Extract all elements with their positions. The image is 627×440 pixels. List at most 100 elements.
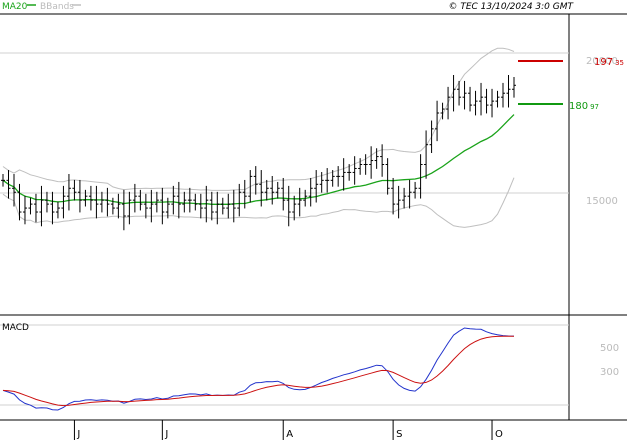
resistance-value: 197 xyxy=(594,57,613,68)
price-bar xyxy=(99,191,104,213)
macd-line xyxy=(2,327,515,411)
price-bar xyxy=(363,154,368,175)
price-bar xyxy=(424,130,429,179)
price-bar xyxy=(473,90,478,116)
price-bar xyxy=(429,120,434,154)
price-bar xyxy=(297,187,302,217)
price-bar xyxy=(187,187,192,213)
price-bar xyxy=(380,144,385,177)
resistance-decimals: 35 xyxy=(615,59,624,67)
price-bar xyxy=(226,193,231,219)
price-bar xyxy=(501,82,506,108)
copyright-notice: © TEC 13/10/2024 3:0 GMT xyxy=(448,2,574,12)
price-bar xyxy=(33,193,38,223)
price-bar xyxy=(176,181,181,219)
price-bar xyxy=(446,86,451,120)
price-bar xyxy=(193,193,198,211)
x-axis: JJASO xyxy=(73,420,503,440)
price-bar xyxy=(462,80,467,110)
price-bar xyxy=(468,86,473,112)
price-bar xyxy=(237,183,242,217)
price-bar xyxy=(385,158,390,195)
price-bar xyxy=(484,88,489,114)
price-bar xyxy=(44,191,49,213)
price-bar xyxy=(94,185,99,219)
price-bar xyxy=(198,193,203,219)
price-bar xyxy=(127,191,132,225)
support-value: 180 xyxy=(569,101,588,112)
price-bar xyxy=(110,197,115,215)
price-bar xyxy=(253,166,258,195)
stock-chart: MA20 BBands © TEC 13/10/2024 3:0 GMT 200… xyxy=(0,2,627,440)
macd-gridlines xyxy=(0,324,569,406)
price-bar xyxy=(352,156,357,185)
price-bar xyxy=(242,179,247,209)
price-bar xyxy=(391,177,396,215)
price-bar xyxy=(479,82,484,116)
legend: MA20 BBands xyxy=(2,2,81,12)
support-level: 180 97 xyxy=(518,101,599,112)
price-bar xyxy=(88,185,93,211)
price-bar xyxy=(220,197,225,215)
price-bar xyxy=(209,191,214,221)
macd-title: MACD xyxy=(2,323,29,333)
resistance-level: 197 35 xyxy=(518,57,624,68)
price-bar xyxy=(77,179,82,213)
price-bar xyxy=(270,175,275,205)
price-bar xyxy=(413,181,418,199)
price-bar xyxy=(369,146,374,179)
price-bar xyxy=(292,195,297,221)
xtick-label: J xyxy=(164,429,168,440)
price-bar xyxy=(325,168,330,193)
price-bar xyxy=(264,179,269,201)
price-bar xyxy=(165,197,170,219)
price-bar xyxy=(11,174,16,207)
macd-lines xyxy=(2,327,515,411)
xtick-label: S xyxy=(396,429,402,440)
support-label: 180 97 xyxy=(569,101,599,112)
price-bar xyxy=(407,179,412,209)
price-bar xyxy=(1,174,5,187)
price-bar xyxy=(66,174,71,211)
price-bar xyxy=(308,177,313,207)
macd-ytick-500: 500 xyxy=(600,343,619,354)
price-bar xyxy=(512,76,516,98)
macd-ytick-300: 300 xyxy=(600,367,619,378)
price-bar xyxy=(281,177,286,211)
legend-bbands: BBands xyxy=(40,2,74,12)
resistance-label: 197 35 xyxy=(594,57,624,68)
price-bar xyxy=(402,187,407,209)
price-bar xyxy=(341,158,346,191)
price-bar xyxy=(182,191,187,213)
xtick-label: A xyxy=(286,429,293,440)
price-bar xyxy=(121,189,126,231)
price-bar xyxy=(116,193,121,219)
price-bar xyxy=(275,181,280,199)
price-panel-frame xyxy=(0,13,627,420)
xtick-label: J xyxy=(76,429,80,440)
price-bar xyxy=(495,90,500,108)
price-bar xyxy=(314,170,319,203)
price-bar xyxy=(105,187,110,217)
price-bar xyxy=(435,100,440,142)
price-bar xyxy=(396,185,401,219)
price-gridlines xyxy=(0,52,569,194)
price-bar xyxy=(171,185,176,215)
price-bar xyxy=(149,189,154,223)
price-bar xyxy=(418,154,423,199)
price-bar xyxy=(39,185,44,227)
price-bar xyxy=(336,166,341,187)
price-bar xyxy=(286,185,291,227)
price-bar xyxy=(55,201,60,219)
price-bar xyxy=(490,88,495,118)
legend-ma20: MA20 xyxy=(2,2,28,12)
price-bar xyxy=(17,183,22,221)
price-bar xyxy=(28,197,33,215)
price-bars xyxy=(1,74,516,231)
price-bar xyxy=(215,191,220,225)
xtick-label: O xyxy=(495,429,503,440)
price-bar xyxy=(506,74,511,108)
price-bar xyxy=(83,189,88,207)
price-bar xyxy=(50,191,55,225)
support-decimals: 97 xyxy=(590,103,599,111)
